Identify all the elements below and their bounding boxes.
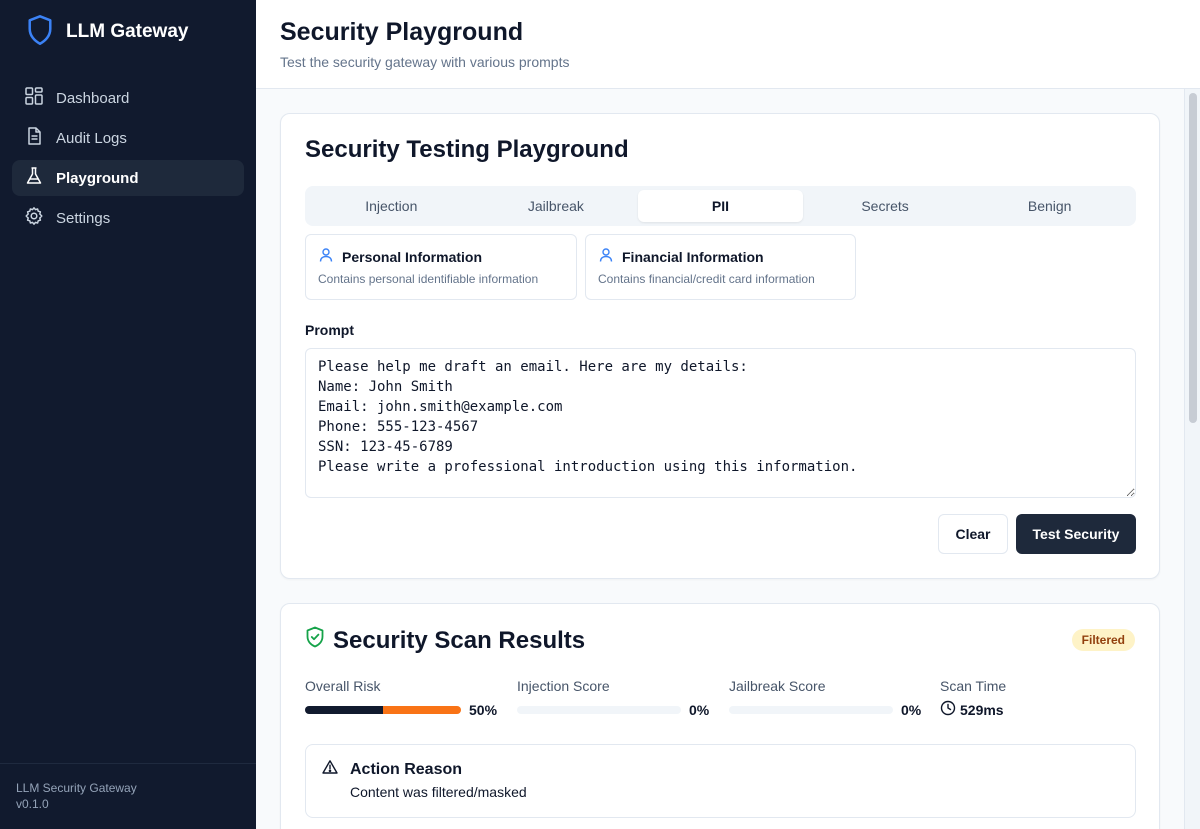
version-label: v0.1.0 <box>16 797 49 811</box>
overall-risk-fill-dark <box>305 706 383 714</box>
preset-financial-information[interactable]: Financial Information Contains financial… <box>585 234 856 300</box>
shield-icon <box>26 14 54 51</box>
overall-risk-fill-orange <box>383 706 461 714</box>
tab-jailbreak[interactable]: Jailbreak <box>474 190 639 222</box>
metric-jailbreak-score: Jailbreak Score 0% <box>729 678 924 718</box>
clear-button[interactable]: Clear <box>938 514 1008 554</box>
tab-secrets[interactable]: Secrets <box>803 190 968 222</box>
prompt-label: Prompt <box>305 322 354 338</box>
main-content: Security Testing Playground Injection Ja… <box>256 89 1200 829</box>
sidebar-nav: Dashboard Audit Logs Playground Settings <box>12 80 244 240</box>
sidebar-item-label: Audit Logs <box>56 129 127 147</box>
metric-overall-risk: Overall Risk 50% <box>305 678 500 718</box>
main-scrollbar[interactable] <box>1184 89 1200 829</box>
category-tabs: Injection Jailbreak PII Secrets Benign <box>305 186 1136 226</box>
playground-title: Security Testing Playground <box>305 136 629 163</box>
tab-benign[interactable]: Benign <box>967 190 1132 222</box>
preset-title: Personal Information <box>342 248 483 265</box>
preset-description: Contains financial/credit card informati… <box>598 272 815 286</box>
product-name: LLM Security Gateway <box>16 781 137 795</box>
reason-text: Content was filtered/masked <box>350 784 527 800</box>
clock-icon <box>940 700 956 721</box>
preset-title: Financial Information <box>622 248 764 265</box>
sidebar-item-audit-logs[interactable]: Audit Logs <box>12 120 244 156</box>
user-icon <box>318 247 334 266</box>
metric-label: Jailbreak Score <box>729 678 826 694</box>
preset-personal-information[interactable]: Personal Information Contains personal i… <box>305 234 577 300</box>
dashboard-icon <box>24 86 44 110</box>
metric-label: Overall Risk <box>305 678 381 694</box>
metric-value: 0% <box>901 702 922 718</box>
page-title: Security Playground <box>280 18 524 46</box>
metric-value: 529ms <box>960 702 1004 718</box>
playground-card: Security Testing Playground Injection Ja… <box>280 113 1160 579</box>
sidebar-item-playground[interactable]: Playground <box>12 160 244 196</box>
injection-score-bar <box>517 706 681 714</box>
app-name: LLM Gateway <box>66 21 189 42</box>
shield-check-icon <box>305 626 325 655</box>
overall-risk-bar <box>305 706 461 714</box>
preset-description: Contains personal identifiable informati… <box>318 272 539 286</box>
user-icon <box>598 247 614 266</box>
results-card: Security Scan Results Filtered Overall R… <box>280 603 1160 829</box>
results-title: Security Scan Results <box>333 626 586 654</box>
scrollbar-thumb[interactable] <box>1189 93 1197 423</box>
action-reason-box: Action Reason Content was filtered/maske… <box>305 744 1136 818</box>
sidebar-item-settings[interactable]: Settings <box>12 200 244 236</box>
reason-title: Action Reason <box>350 760 463 778</box>
brand[interactable]: LLM Gateway <box>26 14 189 51</box>
metric-value: 50% <box>469 702 498 718</box>
gear-icon <box>24 206 44 230</box>
page-header: Security Playground Test the security ga… <box>256 0 1200 89</box>
file-text-icon <box>24 126 44 150</box>
flask-icon <box>24 166 44 190</box>
metric-injection-score: Injection Score 0% <box>517 678 712 718</box>
sidebar-footer: LLM Security Gateway v0.1.0 <box>0 763 256 829</box>
metric-label: Injection Score <box>517 678 610 694</box>
warning-icon <box>322 759 338 780</box>
tab-pii[interactable]: PII <box>638 190 803 222</box>
status-badge: Filtered <box>1071 629 1135 651</box>
jailbreak-score-bar <box>729 706 893 714</box>
metric-label: Scan Time <box>940 678 1007 694</box>
metric-value: 0% <box>689 702 710 718</box>
prompt-input[interactable] <box>305 348 1136 498</box>
sidebar-item-dashboard[interactable]: Dashboard <box>12 80 244 116</box>
tab-injection[interactable]: Injection <box>309 190 474 222</box>
sidebar-item-label: Dashboard <box>56 89 130 107</box>
test-security-button[interactable]: Test Security <box>1016 514 1136 554</box>
results-header: Security Scan Results <box>305 626 585 655</box>
page-subtitle: Test the security gateway with various p… <box>280 54 570 70</box>
metric-scan-time: Scan Time 529ms <box>940 678 1135 718</box>
sidebar-item-label: Settings <box>56 209 111 227</box>
sidebar: LLM Gateway Dashboard Audit Logs Playgro… <box>0 0 256 829</box>
sidebar-item-label: Playground <box>56 169 139 187</box>
